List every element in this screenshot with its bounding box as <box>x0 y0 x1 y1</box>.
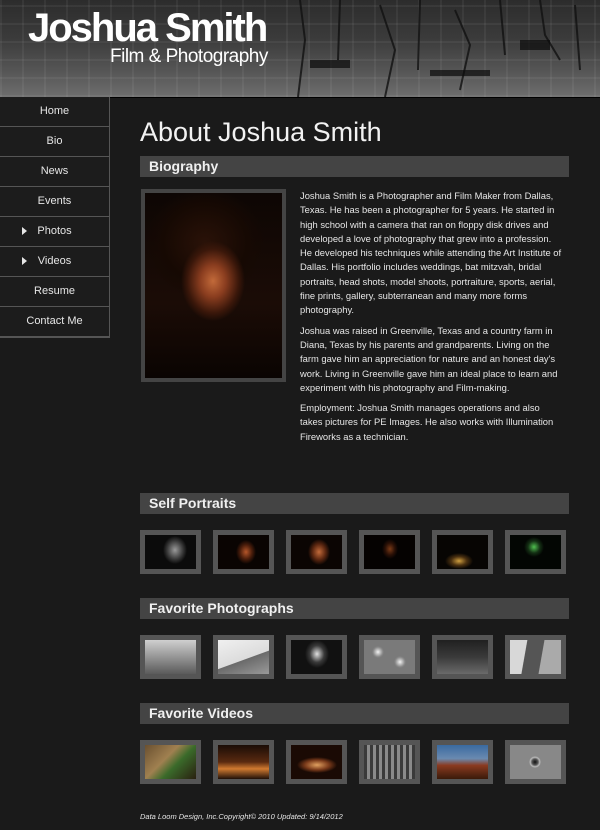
nav-item-contact[interactable]: Contact Me <box>0 307 109 337</box>
self-portraits-heading: Self Portraits <box>140 493 569 514</box>
nav-item-label: Bio <box>46 135 63 147</box>
biography-text: Joshua Smith is a Photographer and Film … <box>300 189 562 450</box>
nav-item-label: Events <box>37 195 72 207</box>
favorite-photo-thumbnail[interactable] <box>505 635 566 679</box>
favorite-videos-gallery <box>140 740 570 784</box>
favorite-videos-heading: Favorite Videos <box>140 703 569 724</box>
biography-paragraph: Joshua was raised in Greenville, Texas a… <box>300 324 558 393</box>
biography-paragraph: Employment: Joshua Smith manages operati… <box>300 402 554 442</box>
favorite-photo-thumbnail[interactable] <box>359 635 420 679</box>
page-title: About Joshua Smith <box>140 117 382 147</box>
biography-heading: Biography <box>140 156 569 177</box>
favorite-photo-thumbnail[interactable] <box>140 635 201 679</box>
nav-item-label: News <box>40 165 69 177</box>
site-title: Joshua Smith <box>28 6 268 50</box>
self-portrait-thumbnail[interactable] <box>286 530 347 574</box>
nav-item-label: Home <box>39 105 70 117</box>
favorite-video-thumbnail[interactable] <box>213 740 274 784</box>
favorite-video-thumbnail[interactable] <box>140 740 201 784</box>
nav-item-events[interactable]: Events <box>0 187 109 217</box>
biography-paragraph: Joshua Smith is a Photographer and Film … <box>300 190 562 316</box>
favorite-photo-thumbnail[interactable] <box>286 635 347 679</box>
nav-item-photos[interactable]: Photos <box>0 217 109 247</box>
sidebar-nav: Home Bio News Events Photos Videos Resum… <box>0 97 110 338</box>
self-portrait-thumbnail[interactable] <box>140 530 201 574</box>
favorite-photo-thumbnail[interactable] <box>213 635 274 679</box>
self-portrait-thumbnail[interactable] <box>432 530 493 574</box>
self-portrait-thumbnail[interactable] <box>505 530 566 574</box>
footer-copyright: Data Loom Design, Inc.Copyright© 2010 Up… <box>140 812 343 821</box>
favorite-video-thumbnail[interactable] <box>505 740 566 784</box>
favorite-video-thumbnail[interactable] <box>359 740 420 784</box>
caret-right-icon <box>22 227 27 235</box>
nav-item-resume[interactable]: Resume <box>0 277 109 307</box>
nav-item-news[interactable]: News <box>0 157 109 187</box>
self-portraits-gallery <box>140 530 570 574</box>
site-header: Joshua Smith Film & Photography <box>0 0 600 98</box>
portrait-photo <box>145 193 282 378</box>
nav-item-home[interactable]: Home <box>0 97 109 127</box>
nav-item-label: Photos <box>37 225 72 237</box>
nav-item-label: Videos <box>37 255 72 267</box>
nav-item-bio[interactable]: Bio <box>0 127 109 157</box>
nav-item-label: Resume <box>34 285 75 297</box>
portrait-photo-frame <box>141 189 286 382</box>
self-portrait-thumbnail[interactable] <box>359 530 420 574</box>
favorite-video-thumbnail[interactable] <box>286 740 347 784</box>
self-portrait-thumbnail[interactable] <box>213 530 274 574</box>
nav-item-videos[interactable]: Videos <box>0 247 109 277</box>
favorite-photo-thumbnail[interactable] <box>432 635 493 679</box>
nav-item-label: Contact Me <box>26 315 83 327</box>
favorite-photographs-heading: Favorite Photographs <box>140 598 569 619</box>
caret-right-icon <box>22 257 27 265</box>
site-subtitle: Film & Photography <box>110 46 268 67</box>
favorite-video-thumbnail[interactable] <box>432 740 493 784</box>
favorite-photographs-gallery <box>140 635 570 679</box>
